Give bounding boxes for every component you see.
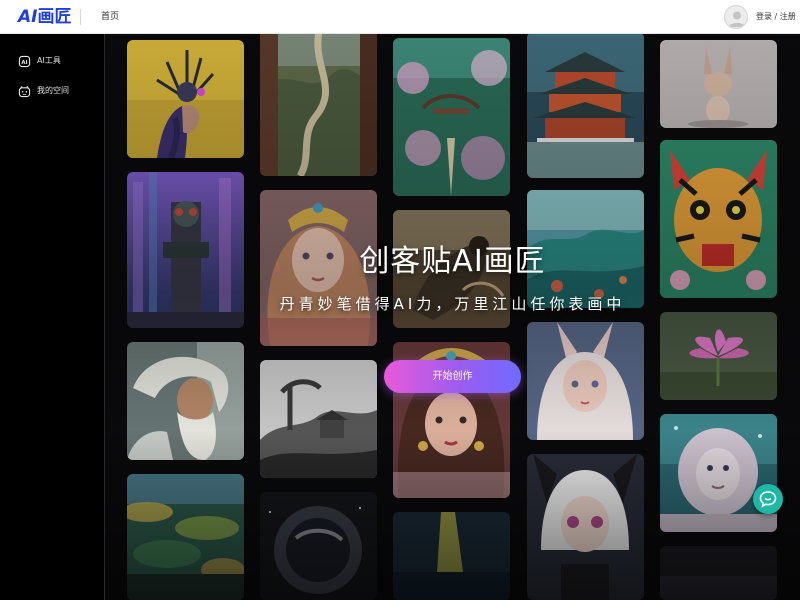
art-old-sage[interactable] xyxy=(127,342,244,460)
chat-bubble-icon xyxy=(759,491,777,508)
sidebar-item-ai-tools[interactable]: AI AI工具 xyxy=(18,53,61,69)
sidebar: AI AI工具 我的空间 xyxy=(0,34,105,600)
art-bunny-toy[interactable] xyxy=(660,40,777,128)
art-flower-garden[interactable] xyxy=(393,38,510,196)
art-astronaut[interactable] xyxy=(260,492,377,600)
art-cyber-goddess[interactable] xyxy=(127,40,244,158)
robot-face-icon xyxy=(18,85,31,97)
header-divider xyxy=(80,9,81,25)
art-lotus[interactable] xyxy=(660,312,777,400)
chat-button[interactable] xyxy=(753,484,783,514)
start-creating-button[interactable]: 开始创作 xyxy=(384,360,521,393)
art-bunny-girl[interactable] xyxy=(527,322,644,440)
user-icon xyxy=(729,11,745,27)
sidebar-item-my-space[interactable]: 我的空间 xyxy=(18,83,69,99)
art-dark-tile[interactable] xyxy=(660,546,777,600)
art-white-lion[interactable] xyxy=(660,414,777,532)
art-anime-girl[interactable] xyxy=(527,454,644,600)
avatar[interactable] xyxy=(724,5,748,29)
art-forest-blur[interactable] xyxy=(127,474,244,600)
logo[interactable]: AI画匠 xyxy=(18,7,71,27)
art-ink-landscape[interactable] xyxy=(260,360,377,478)
nav-home-link[interactable]: 首页 xyxy=(101,11,119,23)
sidebar-item-label: AI工具 xyxy=(37,56,61,65)
logo-brand-text: 画匠 xyxy=(37,7,72,27)
svg-text:AI: AI xyxy=(21,59,27,65)
art-neon-water[interactable] xyxy=(393,512,510,600)
ai-chip-icon: AI xyxy=(18,55,31,67)
sidebar-item-label: 我的空间 xyxy=(37,86,69,95)
login-register-link[interactable]: 登录 / 注册 xyxy=(756,11,796,23)
art-great-wall[interactable] xyxy=(260,34,377,176)
art-pagoda[interactable] xyxy=(527,34,644,178)
artwork-gallery xyxy=(105,34,800,600)
hero-subtitle: 丹青妙笔借得AI力，万里江山任你表画中 xyxy=(279,295,626,313)
top-header: AI画匠 首页 登录 / 注册 xyxy=(0,0,800,34)
logo-ai-text: AI xyxy=(18,7,38,27)
hero-title: 创客贴AI画匠 xyxy=(359,244,546,279)
